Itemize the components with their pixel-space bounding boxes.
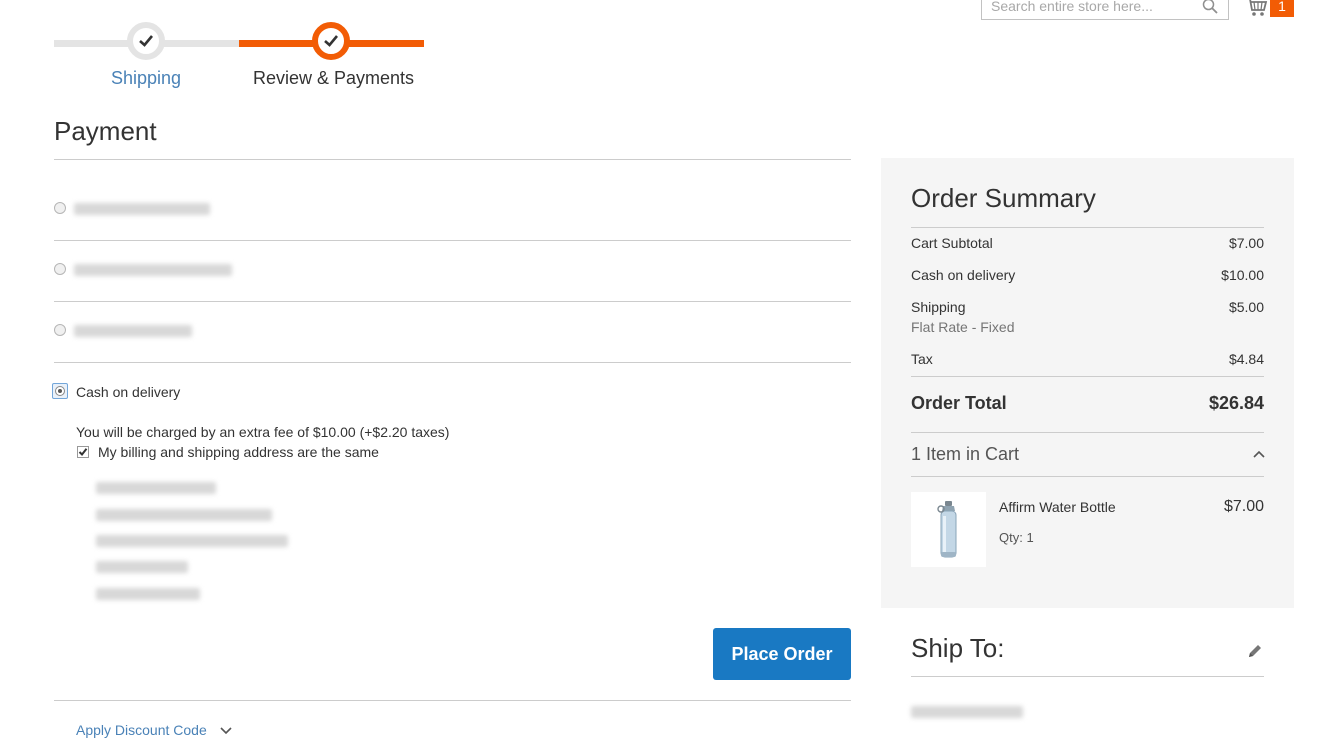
shipping-method-name: Flat Rate - Fixed [911, 319, 1015, 335]
redacted-address-line [96, 588, 200, 600]
divider [911, 376, 1264, 377]
cod-fee-value: $10.00 [1221, 267, 1264, 283]
cart-count-badge[interactable]: 1 [1270, 0, 1294, 17]
check-icon [139, 35, 153, 47]
same-address-label[interactable]: My billing and shipping address are the … [98, 444, 379, 460]
redacted-address-line [96, 482, 216, 494]
tax-value: $4.84 [1228, 351, 1264, 367]
divider [54, 240, 851, 241]
checkmark-icon [78, 448, 88, 457]
redacted-payment-method-2 [74, 264, 232, 276]
divider [54, 700, 851, 701]
divider [911, 432, 1264, 433]
apply-discount-code-link[interactable]: Apply Discount Code [76, 722, 233, 738]
payment-method-radio-3[interactable] [54, 324, 66, 336]
step-review-marker [312, 22, 350, 60]
order-total-label: Order Total [911, 393, 1007, 413]
ship-to-title: Ship To: [911, 633, 1005, 663]
shipping-value: $5.00 [1228, 299, 1264, 315]
divider [911, 227, 1264, 228]
divider [54, 159, 851, 160]
divider [911, 476, 1264, 477]
redacted-ship-to-name [911, 706, 1023, 718]
water-bottle-image [937, 501, 957, 558]
step-shipping-link[interactable]: Shipping [111, 68, 181, 89]
redacted-address-line [96, 509, 272, 521]
cash-on-delivery-label[interactable]: Cash on delivery [76, 384, 180, 400]
divider [911, 676, 1264, 677]
step-review-label: Review & Payments [253, 68, 415, 88]
cart-subtotal-value: $7.00 [1228, 235, 1264, 251]
chevron-down-icon[interactable] [219, 726, 233, 736]
pencil-edit-icon[interactable] [1246, 642, 1264, 660]
cash-on-delivery-radio[interactable] [52, 383, 68, 399]
cart-subtotal-label: Cart Subtotal [911, 235, 993, 251]
items-in-cart-toggle[interactable]: 1 Item in Cart [911, 444, 1019, 465]
search-box[interactable] [981, 0, 1229, 20]
redacted-address-line [96, 535, 288, 547]
product-price: $7.00 [1223, 498, 1264, 515]
redacted-payment-method-3 [74, 325, 192, 337]
product-qty: Qty: 1 [999, 530, 1034, 545]
tax-label: Tax [911, 351, 933, 367]
order-total-value: $26.84 [1208, 393, 1264, 413]
shipping-label: Shipping [911, 299, 966, 315]
divider [54, 362, 851, 363]
payment-title: Payment [54, 116, 157, 146]
radio-selected-indicator [55, 386, 65, 396]
search-icon[interactable] [1202, 0, 1218, 14]
payment-method-radio-2[interactable] [54, 263, 66, 275]
product-thumbnail [911, 492, 986, 567]
cod-fee-label: Cash on delivery [911, 267, 1016, 283]
redacted-payment-method-1 [74, 203, 210, 215]
search-input[interactable] [982, 0, 1201, 19]
divider [54, 301, 851, 302]
payment-method-radio-1[interactable] [54, 202, 66, 214]
place-order-button[interactable]: Place Order [713, 628, 851, 680]
apply-discount-code-label[interactable]: Apply Discount Code [76, 722, 207, 738]
same-address-checkbox[interactable] [77, 446, 89, 458]
cart-icon[interactable] [1246, 0, 1268, 18]
step-shipping-marker [127, 22, 165, 60]
extra-fee-note: You will be charged by an extra fee of $… [76, 424, 450, 440]
chevron-up-icon[interactable] [1252, 449, 1266, 459]
order-summary-title: Order Summary [911, 183, 1096, 213]
product-name: Affirm Water Bottle [999, 499, 1116, 515]
check-icon [324, 35, 338, 47]
redacted-address-line [96, 561, 188, 573]
radio-dot [58, 389, 62, 393]
